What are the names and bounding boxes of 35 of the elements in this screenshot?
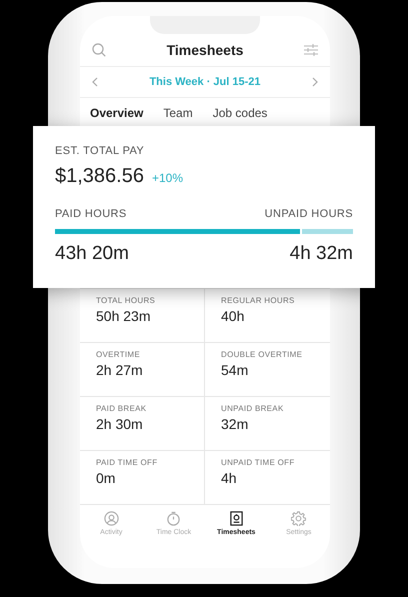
search-icon[interactable]	[92, 43, 106, 57]
paid-hours-value: 43h 20m	[55, 243, 129, 265]
pay-amount: $1,386.56	[55, 165, 144, 188]
next-icon[interactable]	[312, 77, 318, 87]
stat-label: TOTAL HOURS	[96, 296, 156, 305]
stat-value: 4h	[221, 470, 238, 486]
stat-label: PAID BREAK	[96, 404, 148, 413]
screen-title: Timesheets	[166, 42, 244, 58]
stat-value: 0m	[96, 470, 116, 486]
filter-icon[interactable]	[304, 44, 318, 56]
person-circle-icon	[104, 511, 119, 526]
unpaid-hours-label: UNPAID HOURS	[264, 208, 353, 220]
stopwatch-icon	[166, 511, 182, 526]
previous-icon[interactable]	[92, 77, 98, 87]
stat-label: REGULAR HOURS	[221, 296, 296, 305]
tab[interactable]: Job codes	[212, 106, 268, 120]
paid-hours-label: PAID HOURS	[55, 208, 127, 220]
stat-label: UNPAID BREAK	[221, 404, 285, 413]
stat-label: UNPAID TIME OFF	[221, 458, 296, 467]
stat-label: DOUBLE OVERTIME	[221, 350, 304, 359]
stat-value: 32m	[221, 416, 250, 432]
unpaid-hours-value: 4h 32m	[290, 243, 353, 265]
stat-value: 2h 30m	[96, 416, 144, 432]
pay-change: +10%	[152, 171, 184, 185]
timesheet-icon	[228, 511, 244, 526]
settings-icon	[291, 511, 306, 526]
stat-label: OVERTIME	[96, 350, 142, 359]
stat-value: 2h 27m	[96, 362, 144, 378]
tab[interactable]: Team	[163, 106, 193, 120]
stat-value: 50h 23m	[96, 308, 152, 324]
stat-value: 54m	[221, 362, 250, 378]
stat-label: PAID TIME OFF	[96, 458, 158, 467]
tab[interactable]: Overview	[90, 106, 144, 120]
card-label: EST. TOTAL PAY	[55, 145, 146, 157]
stat-value: 40h	[221, 308, 246, 324]
